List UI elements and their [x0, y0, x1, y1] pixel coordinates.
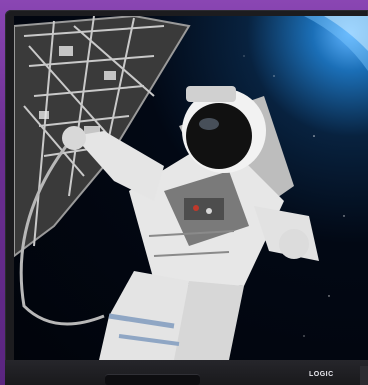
monitor-stand-slot	[105, 374, 200, 385]
bezel-corner	[360, 366, 368, 385]
brand-logo-text: LOGIC	[309, 371, 334, 378]
astronaut-photo	[14, 16, 368, 360]
monitor-screen	[14, 16, 368, 360]
